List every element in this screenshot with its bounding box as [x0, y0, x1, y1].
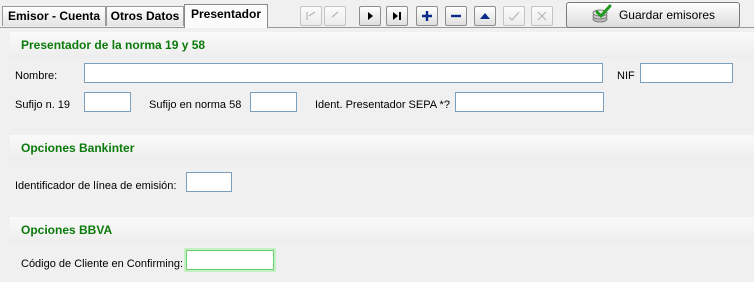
next-record-icon: [365, 11, 375, 21]
prior-record-button[interactable]: [324, 6, 346, 26]
first-record-icon: [304, 10, 318, 22]
nombre-label: Nombre:: [15, 70, 58, 82]
sufijo-19-field[interactable]: [84, 92, 131, 112]
prior-record-icon: [328, 10, 342, 22]
section-bankinter-title: Opciones Bankinter: [10, 135, 754, 161]
last-record-icon: [391, 11, 403, 21]
tab-presentador[interactable]: Presentador: [184, 4, 268, 28]
insert-record-icon: [421, 10, 433, 22]
post-record-icon: [507, 10, 521, 22]
first-record-button[interactable]: [300, 6, 322, 26]
edit-record-icon: [479, 11, 491, 21]
cancel-record-icon: [536, 10, 548, 22]
sepa-label: Ident. Presentador SEPA *?: [315, 99, 450, 111]
save-emisores-label: Guardar emisores: [618, 8, 716, 22]
nif-label: NIF: [617, 70, 635, 82]
linea-emision-label: Identificador de línea de emisión:: [15, 180, 177, 192]
sufijo-58-field[interactable]: [250, 92, 297, 112]
section-bbva-title: Opciones BBVA: [10, 217, 754, 243]
sufijo-58-label: Sufijo en norma 58: [149, 99, 242, 111]
tab-otros-datos[interactable]: Otros Datos: [106, 6, 184, 26]
delete-record-icon: [450, 10, 462, 22]
save-emisores-button[interactable]: Guardar emisores: [566, 2, 740, 28]
section-presentador-title: Presentador de la norma 19 y 58: [10, 32, 754, 58]
sepa-field[interactable]: [455, 92, 604, 112]
tab-strip: Emisor - Cuenta Otros Datos Presentador: [0, 0, 754, 28]
presentador-panel: Presentador de la norma 19 y 58 Nombre: …: [0, 28, 754, 282]
confirming-field[interactable]: [186, 250, 274, 270]
insert-record-button[interactable]: [416, 6, 438, 26]
coins-check-icon: [591, 4, 613, 27]
edit-record-button[interactable]: [474, 6, 496, 26]
post-record-button[interactable]: [503, 6, 525, 26]
cancel-record-button[interactable]: [531, 6, 553, 26]
confirming-label: Código de Cliente en Confirming:: [21, 258, 184, 270]
sufijo-19-label: Sufijo n. 19: [15, 99, 71, 111]
last-record-button[interactable]: [386, 6, 408, 26]
nombre-field[interactable]: [84, 63, 603, 83]
next-record-button[interactable]: [359, 6, 381, 26]
tab-emisor-cuenta[interactable]: Emisor - Cuenta: [2, 6, 106, 26]
delete-record-button[interactable]: [445, 6, 467, 26]
linea-emision-field[interactable]: [186, 172, 232, 192]
nif-field[interactable]: [640, 63, 733, 83]
